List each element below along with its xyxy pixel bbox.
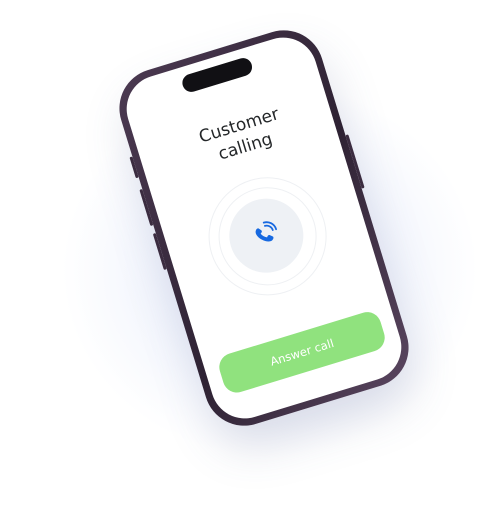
- answer-call-button[interactable]: Answer call: [215, 308, 389, 397]
- phone-frame: Customer calling Answer call: [109, 20, 419, 436]
- dynamic-island: [180, 55, 255, 95]
- phone-mockup: Customer calling Answer call: [0, 0, 478, 530]
- phone-ringing-icon: [247, 215, 286, 256]
- phone-side-button: [129, 156, 139, 179]
- phone-screen: Customer calling Answer call: [118, 29, 410, 427]
- call-title: Customer calling: [196, 104, 282, 165]
